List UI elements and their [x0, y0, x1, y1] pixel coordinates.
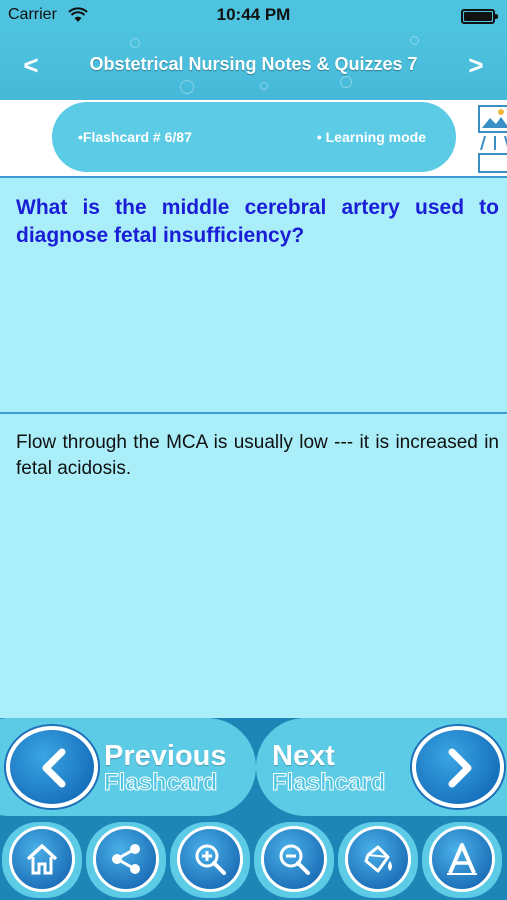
flashcard-counter: •Flashcard # 6/87 — [78, 129, 192, 145]
bubble-decoration — [180, 80, 194, 94]
previous-flashcard-label[interactable]: Previous Flashcard — [104, 742, 227, 796]
flashcard-navigation: Previous Flashcard Next Flashcard — [0, 718, 507, 816]
previous-arrow-button[interactable] — [6, 726, 98, 808]
bottom-toolbar — [0, 816, 507, 900]
nav-bar: < Obstetrical Nursing Notes & Quizzes 7 … — [0, 30, 507, 100]
zoom-out-button[interactable] — [254, 822, 334, 898]
battery-icon — [461, 9, 498, 24]
info-bar: •Flashcard # 6/87 • Learning mode — [0, 100, 507, 176]
bubble-decoration — [260, 82, 268, 90]
paint-bucket-icon — [364, 845, 392, 873]
answer-card: Flow through the MCA is usually low --- … — [0, 414, 507, 718]
bubble-decoration — [340, 76, 352, 88]
home-button[interactable] — [2, 822, 82, 898]
page-title: Obstetrical Nursing Notes & Quizzes 7 — [89, 54, 418, 74]
clock: 10:44 PM — [216, 5, 291, 24]
color-theme-button[interactable] — [338, 822, 418, 898]
flashcard-info-pill: •Flashcard # 6/87 • Learning mode — [52, 102, 456, 172]
back-arrow-icon[interactable]: < — [16, 50, 46, 81]
font-settings-button[interactable] — [422, 822, 502, 898]
zoom-in-button[interactable] — [170, 822, 250, 898]
zoom-out-icon — [279, 844, 310, 875]
question-card: What is the middle cerebral artery used … — [0, 176, 507, 414]
answer-text: Flow through the MCA is usually low --- … — [16, 432, 499, 479]
zoom-in-icon — [195, 844, 226, 875]
bubble-decoration — [410, 36, 419, 45]
chevron-right-icon — [448, 748, 472, 788]
next-flashcard-label[interactable]: Next Flashcard — [271, 742, 385, 796]
bubble-decoration — [130, 38, 140, 48]
chevron-left-icon — [42, 748, 66, 788]
status-bar: Carrier 10:44 PM — [0, 0, 507, 30]
share-button[interactable] — [86, 822, 166, 898]
learning-mode-label[interactable]: • Learning mode — [317, 129, 426, 145]
next-arrow-button[interactable] — [412, 726, 504, 808]
slideshow-icon[interactable] — [477, 102, 507, 174]
home-icon — [26, 844, 58, 875]
font-icon — [447, 843, 477, 875]
question-text: What is the middle cerebral artery used … — [16, 196, 499, 247]
forward-arrow-icon[interactable]: > — [461, 50, 491, 81]
share-icon — [112, 844, 140, 874]
